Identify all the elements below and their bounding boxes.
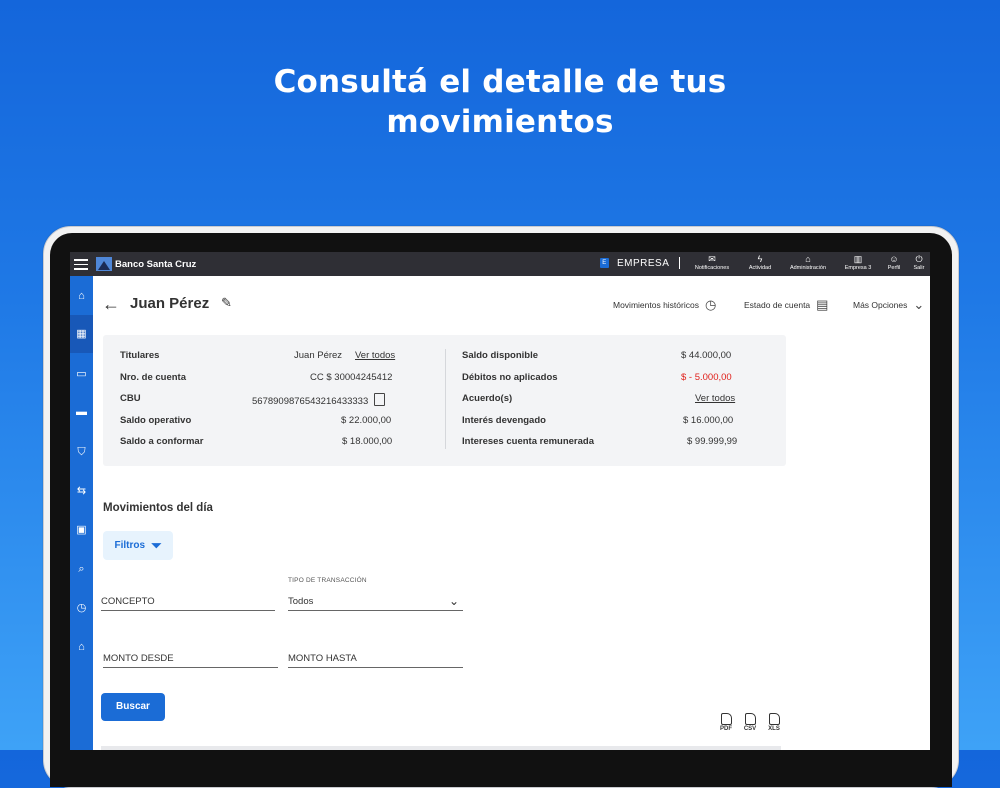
user-icon: ☺: [889, 254, 899, 264]
activity-button[interactable]: ϟ Actividad: [742, 254, 778, 271]
more-options-button[interactable]: Más Opciones ⌄: [853, 297, 924, 313]
edit-icon[interactable]: ✎: [221, 295, 232, 311]
company-selector[interactable]: E EMPRESA: [600, 257, 681, 269]
transfer-icon[interactable]: ⇆: [70, 481, 93, 501]
bank-icon: ⌂: [805, 254, 811, 264]
back-arrow-icon[interactable]: ←: [102, 294, 120, 315]
accrued-interest-label: Interés devengado: [462, 415, 546, 426]
headline-line-1: Consultá el detalle de tus: [273, 64, 727, 100]
profile-button[interactable]: ☺ Perfil: [883, 254, 905, 271]
pending-balance-value: $ 18.000,00: [342, 436, 393, 447]
copy-icon[interactable]: [374, 393, 386, 406]
available-balance-label: Saldo disponible: [462, 350, 539, 361]
pending-balance-label: Saldo a conformar: [120, 436, 204, 447]
shield-icon[interactable]: ⛉: [70, 442, 93, 462]
company-button[interactable]: ▥ Empresa 3: [840, 254, 876, 271]
main-content: ← Juan Pérez ✎ Movimientos históricos ◷ E…: [93, 276, 930, 750]
unapplied-debits-label: Débitos no aplicados: [462, 372, 558, 383]
agreements-see-all-link[interactable]: Ver todos: [695, 393, 735, 404]
envelope-icon: ✉: [708, 254, 716, 264]
accrued-interest-value: $ 16.000,00: [683, 415, 734, 426]
account-number-label: Nro. de cuenta: [120, 372, 186, 383]
chevron-down-icon: ⌄: [448, 594, 459, 608]
menu-icon[interactable]: [74, 257, 88, 271]
clock-icon[interactable]: ◷: [70, 598, 93, 618]
filters-button[interactable]: Filtros ⏷: [103, 531, 173, 560]
download-pdf-button[interactable]: PDF: [719, 713, 733, 732]
section-title: Movimientos del día: [103, 502, 213, 514]
transaction-type-select[interactable]: Todos ⌄: [288, 594, 463, 611]
divider: [445, 349, 446, 449]
operating-balance-label: Saldo operativo: [120, 415, 192, 426]
brand-logo[interactable]: Banco Santa Cruz: [96, 256, 196, 272]
cbu-field: 5678909876543216433333: [252, 393, 386, 407]
account-number-value: CC $ 30004245412: [310, 372, 393, 383]
app-screen: Banco Santa Cruz E EMPRESA ✉ Notificacion…: [70, 252, 930, 750]
search-icon[interactable]: ⌕: [70, 559, 93, 579]
clock-icon: ◷: [704, 297, 717, 312]
building-icon: ▥: [853, 254, 863, 264]
dashboard-icon[interactable]: ▦: [70, 315, 93, 353]
payments-icon[interactable]: ▣: [70, 520, 93, 540]
historic-movements-button[interactable]: Movimientos históricos ◷: [613, 297, 716, 313]
cbu-value: 5678909876543216433333: [252, 396, 369, 407]
credit-card-icon[interactable]: ▬: [70, 402, 93, 422]
download-csv-button[interactable]: CSV: [743, 713, 757, 732]
account-summary-card: Titulares Juan Pérez Ver todos Nro. de c…: [103, 335, 786, 466]
agreements-label: Acuerdo(s): [462, 393, 513, 404]
unapplied-debits-value: $ - 5.000,00: [681, 372, 732, 383]
cbu-label: CBU: [120, 393, 141, 404]
home-icon[interactable]: ⌂: [70, 286, 93, 306]
account-holder-name: Juan Pérez: [130, 295, 210, 312]
amount-from-input[interactable]: MONTO DESDE: [103, 653, 278, 668]
pdf-icon: [720, 713, 732, 725]
holders-value: Juan Pérez: [294, 350, 343, 361]
holders-label: Titulares: [120, 350, 160, 361]
company-badge: E: [600, 258, 609, 268]
bank-icon[interactable]: ⌂: [70, 637, 93, 657]
remunerated-interest-label: Intereses cuenta remunerada: [462, 436, 595, 447]
operating-balance-value: $ 22.000,00: [341, 415, 392, 426]
sidebar: ⌂ ▦ ▭ ▬ ⛉ ⇆ ▣ ⌕ ◷ ⌂: [70, 276, 93, 750]
holders-see-all-link[interactable]: Ver todos: [355, 350, 395, 361]
amount-to-input[interactable]: MONTO HASTA: [288, 653, 463, 668]
logout-button[interactable]: ⏻ Salir: [910, 254, 928, 271]
cards-icon[interactable]: ▭: [70, 364, 93, 384]
account-statement-button[interactable]: Estado de cuenta ▤: [744, 297, 828, 313]
top-bar: Banco Santa Cruz E EMPRESA ✉ Notificacion…: [70, 252, 930, 276]
chevron-down-icon: ⌄: [913, 297, 925, 312]
administration-button[interactable]: ⌂ Administración: [784, 254, 832, 271]
table-header: [101, 746, 781, 750]
divider: [679, 257, 681, 269]
remunerated-interest-value: $ 99.999,99: [687, 436, 738, 447]
lightning-icon: ϟ: [757, 254, 763, 264]
search-button[interactable]: Buscar: [101, 693, 165, 721]
download-xls-button[interactable]: XLS: [767, 713, 781, 732]
available-balance-value: $ 44.000,00: [681, 350, 732, 361]
brand-mark-icon: [96, 257, 112, 271]
company-name: EMPRESA: [617, 257, 670, 269]
promo-headline: Consultá el detalle de tus movimientos: [0, 62, 1000, 142]
csv-icon: [744, 713, 756, 725]
document-icon: ▤: [816, 297, 829, 312]
brand-name: Banco Santa Cruz: [115, 258, 197, 270]
power-icon: ⏻: [915, 254, 923, 264]
transaction-type-label: TIPO DE TRANSACCIÓN: [288, 577, 367, 584]
notifications-button[interactable]: ✉ Notificaciones: [692, 254, 732, 271]
xls-icon: [768, 713, 780, 725]
headline-line-2: movimientos: [386, 104, 614, 140]
filter-icon: ⏷: [151, 537, 162, 553]
concept-input[interactable]: CONCEPTO: [101, 596, 275, 611]
